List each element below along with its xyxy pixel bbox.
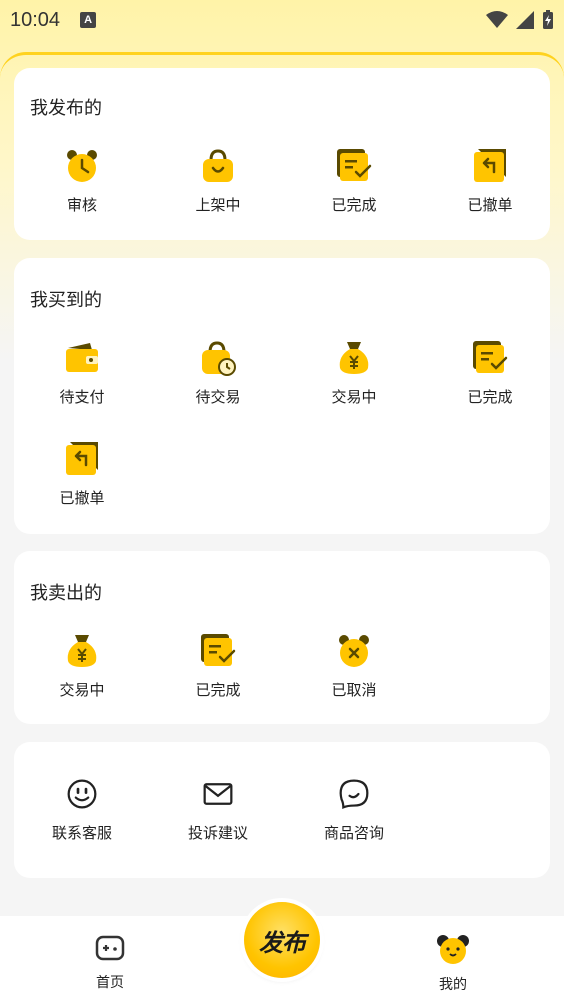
bought-item-completed[interactable]: 已完成 xyxy=(422,340,558,407)
service-complaint[interactable]: 投诉建议 xyxy=(150,778,286,843)
nav-mine[interactable]: 我的 xyxy=(393,934,513,994)
chat-bubble-icon xyxy=(339,779,369,809)
item-label: 待交易 xyxy=(195,388,241,406)
money-bag-icon xyxy=(339,342,369,374)
status-bar: 10:04 A xyxy=(0,0,564,40)
bought-item-pending-trade[interactable]: 待交易 xyxy=(150,340,286,407)
item-label: 上架中 xyxy=(195,196,241,214)
item-label: 待支付 xyxy=(59,388,105,406)
published-item-onshelf[interactable]: 上架中 xyxy=(150,148,286,215)
item-label: 已取消 xyxy=(331,681,377,699)
sold-title: 我卖出的 xyxy=(30,583,102,604)
sold-item-trading[interactable]: 交易中 xyxy=(14,633,150,700)
mail-icon xyxy=(203,783,233,805)
bought-item-pending-payment[interactable]: 待支付 xyxy=(14,340,150,407)
sold-item-completed[interactable]: 已完成 xyxy=(150,633,286,700)
item-label: 审核 xyxy=(66,196,97,214)
smiley-icon xyxy=(67,779,97,809)
published-item-review[interactable]: 审核 xyxy=(14,148,150,215)
bought-title: 我买到的 xyxy=(30,290,102,311)
services-card: 联系客服 投诉建议 商品咨询 xyxy=(14,742,550,878)
nav-mine-label: 我的 xyxy=(439,977,467,993)
publish-button[interactable]: 发布 xyxy=(244,902,320,978)
item-label: 联系客服 xyxy=(51,824,112,842)
revoke-icon xyxy=(474,149,506,182)
bought-item-revoked[interactable]: 已撤单 xyxy=(14,441,150,508)
bear-face-icon xyxy=(437,935,469,964)
sold-card: 我卖出的 交易中 已完成 已取消 xyxy=(14,551,550,724)
bought-card: 我买到的 待支付 待交易 交易中 已完成 已撤单 xyxy=(14,258,550,534)
alarm-clock-icon xyxy=(67,150,97,182)
service-inquiry[interactable]: 商品咨询 xyxy=(286,778,422,843)
item-label: 已完成 xyxy=(467,388,513,406)
item-label: 已完成 xyxy=(331,196,377,214)
item-label: 已完成 xyxy=(195,681,241,699)
status-time: 10:04 xyxy=(10,8,61,31)
money-bag-icon xyxy=(67,635,97,667)
notification-a-icon: A xyxy=(80,12,97,28)
item-label: 商品咨询 xyxy=(323,824,384,842)
completed-doc-icon xyxy=(473,341,508,373)
bag-clock-icon xyxy=(202,341,236,376)
cancel-clock-icon xyxy=(339,635,369,667)
item-label: 已撤单 xyxy=(467,196,513,214)
shopping-bag-icon xyxy=(203,149,233,182)
item-label: 交易中 xyxy=(331,388,377,406)
nav-home-label: 首页 xyxy=(96,975,124,991)
revoke-icon xyxy=(66,442,98,475)
published-item-revoked[interactable]: 已撤单 xyxy=(422,148,558,215)
completed-doc-icon xyxy=(337,149,372,181)
signal-icon xyxy=(516,11,534,29)
published-title: 我发布的 xyxy=(30,98,102,119)
gamepad-icon xyxy=(95,935,125,961)
item-label: 交易中 xyxy=(59,681,105,699)
item-label: 投诉建议 xyxy=(187,824,248,842)
completed-doc-icon xyxy=(201,634,236,666)
published-item-completed[interactable]: 已完成 xyxy=(286,148,422,215)
battery-icon xyxy=(543,10,553,29)
nav-home[interactable]: 首页 xyxy=(50,934,170,992)
bought-item-trading[interactable]: 交易中 xyxy=(286,340,422,407)
wifi-icon xyxy=(486,11,508,28)
item-label: 已撤单 xyxy=(59,489,105,507)
service-contact[interactable]: 联系客服 xyxy=(14,778,150,843)
sold-item-cancelled[interactable]: 已取消 xyxy=(286,633,422,700)
published-card: 我发布的 审核 上架中 已完成 已撤单 xyxy=(14,68,550,240)
wallet-icon xyxy=(66,343,98,372)
publish-label: 发布 xyxy=(259,928,306,957)
